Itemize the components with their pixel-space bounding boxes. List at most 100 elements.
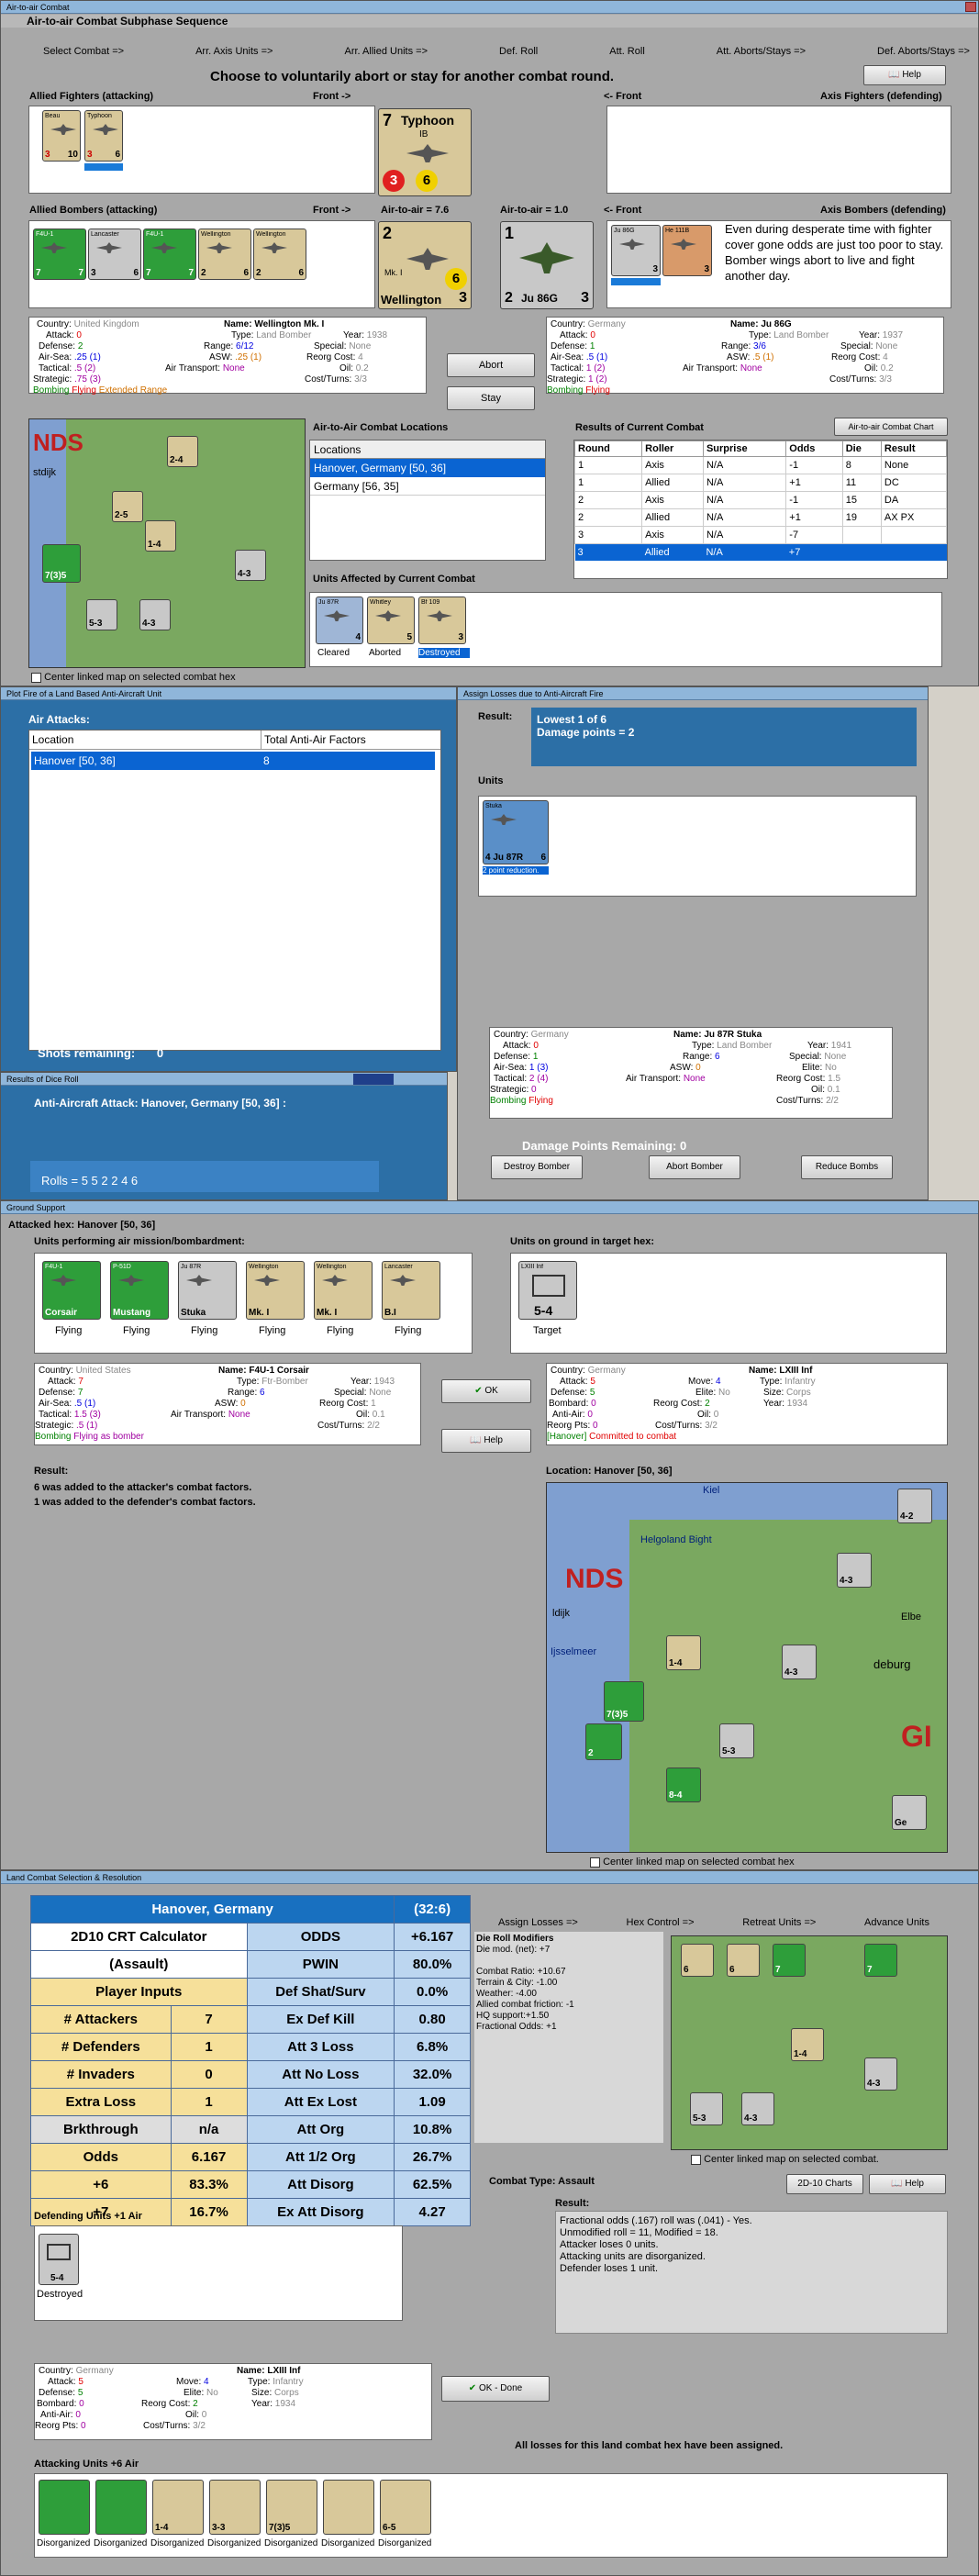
map-counter[interactable]: 2-5 bbox=[112, 491, 143, 522]
unit-counter[interactable]: Beau 3 10 bbox=[42, 110, 81, 162]
unit-counter[interactable]: Wellington Mk. I bbox=[246, 1261, 305, 1320]
close-icon[interactable] bbox=[965, 2, 976, 12]
stay-button[interactable]: Stay bbox=[447, 386, 535, 410]
step-select-combat[interactable]: Select Combat => bbox=[43, 46, 124, 57]
unit-counter[interactable]: Ju 87R Stuka bbox=[178, 1261, 237, 1320]
unit-counter[interactable]: Lancaster 3 6 bbox=[88, 229, 141, 280]
results-row[interactable]: 3 Allied N/A +7 bbox=[574, 543, 947, 561]
window-titlebar[interactable]: Results of Dice Roll bbox=[1, 1073, 447, 1086]
land-combat-map[interactable]: 6 6 7 7 5-3 4-3 4-3 1-4 bbox=[671, 1935, 948, 2150]
air-combat-chart-button[interactable]: Air-to-air Combat Chart bbox=[834, 418, 948, 436]
map-counter[interactable]: 8-4 bbox=[666, 1768, 701, 1802]
big-counter-ju86g[interactable]: 1 2 Ju 86G 3 bbox=[500, 221, 594, 309]
linked-map[interactable]: NDS stdijk 2-5 2-4 7(3)5 5-3 4-3 4-3 1-4 bbox=[28, 418, 306, 668]
help-button[interactable]: 📖 Help bbox=[863, 65, 946, 85]
unit-counter[interactable]: Typhoon 3 6 bbox=[84, 110, 123, 162]
map-counter[interactable]: 4-3 bbox=[864, 2057, 897, 2091]
center-map-checkbox[interactable]: Center linked map on selected combat hex bbox=[590, 1857, 795, 1868]
step-hex-control[interactable]: Hex Control => bbox=[627, 1917, 695, 1928]
step-advance[interactable]: Advance Units bbox=[864, 1917, 929, 1928]
window-titlebar[interactable]: Land Combat Selection & Resolution bbox=[1, 1871, 978, 1884]
map-counter[interactable]: 5-3 bbox=[86, 599, 117, 630]
results-row[interactable]: 2 Allied N/A +1 19 AX PX bbox=[573, 508, 948, 527]
map-counter[interactable]: 7(3)5 bbox=[42, 544, 81, 583]
window-titlebar[interactable]: Plot Fire of a Land Based Anti-Aircraft … bbox=[1, 687, 456, 700]
map-counter[interactable]: 6 bbox=[727, 1944, 760, 1977]
step-assign-losses[interactable]: Assign Losses => bbox=[498, 1917, 578, 1928]
window-titlebar[interactable]: Assign Losses due to Anti-Aircraft Fire bbox=[458, 687, 928, 700]
unit-counter[interactable]: 6-5 bbox=[380, 2480, 431, 2535]
unit-counter[interactable]: Ju 87R 4 bbox=[316, 597, 363, 644]
map-counter[interactable]: 1-4 bbox=[791, 2028, 824, 2061]
unit-counter[interactable]: He 111B 3 bbox=[662, 225, 712, 276]
unit-counter[interactable]: Bf 109 3 bbox=[418, 597, 466, 644]
unit-counter[interactable]: Wellington 2 6 bbox=[198, 229, 251, 280]
results-row[interactable]: 2 Axis N/A -1 15 DA bbox=[573, 491, 948, 509]
unit-counter[interactable] bbox=[39, 2480, 90, 2535]
results-row[interactable]: 1 Axis N/A -1 8 None bbox=[573, 456, 948, 474]
unit-counter[interactable]: LXIII Inf 5-4 bbox=[518, 1261, 577, 1320]
unit-counter[interactable]: Lancaster B.I bbox=[382, 1261, 440, 1320]
unit-counter[interactable]: Wellington Mk. I bbox=[314, 1261, 373, 1320]
air-attack-row[interactable]: Hanover [50, 36] 8 bbox=[31, 752, 435, 770]
map-counter[interactable]: 5-3 bbox=[690, 2092, 723, 2125]
unit-counter[interactable]: 1-4 bbox=[152, 2480, 204, 2535]
help-button[interactable]: 📖 Help bbox=[869, 2174, 946, 2194]
ok-done-button[interactable]: ✔ OK - Done bbox=[441, 2376, 550, 2402]
unit-counter[interactable]: F4U-1 Corsair bbox=[42, 1261, 101, 1320]
unit-counter[interactable] bbox=[95, 2480, 147, 2535]
window-titlebar[interactable]: Ground Support bbox=[1, 1201, 978, 1214]
unit-counter[interactable]: F4U-1 7 7 bbox=[33, 229, 86, 280]
unit-counter[interactable]: Wellington 2 6 bbox=[253, 229, 306, 280]
map-counter[interactable]: 6 bbox=[681, 1944, 714, 1977]
reduce-bombs-button[interactable]: Reduce Bombs bbox=[801, 1155, 893, 1179]
window-titlebar[interactable]: Air-to-air Combat bbox=[1, 1, 978, 14]
unit-counter[interactable]: F4U-1 7 7 bbox=[143, 229, 196, 280]
unit-counter[interactable]: 7(3)5 bbox=[266, 2480, 317, 2535]
center-map-checkbox[interactable]: Center linked map on selected combat hex bbox=[31, 672, 236, 683]
map-counter[interactable]: 4-3 bbox=[782, 1645, 817, 1679]
location-item[interactable]: Hanover, Germany [50, 36] bbox=[310, 459, 545, 477]
map-counter[interactable]: 4-2 bbox=[897, 1489, 932, 1523]
step-def-roll[interactable]: Def. Roll bbox=[499, 46, 538, 57]
step-att-roll[interactable]: Att. Roll bbox=[609, 46, 645, 57]
map-counter[interactable]: Ge bbox=[892, 1795, 927, 1830]
abort-button[interactable]: Abort bbox=[447, 353, 535, 377]
unit-counter[interactable] bbox=[323, 2480, 374, 2535]
map-counter[interactable]: 4-3 bbox=[139, 599, 171, 630]
unit-counter[interactable]: Whitley 5 bbox=[367, 597, 415, 644]
location-item[interactable]: Germany [56, 35] bbox=[310, 477, 545, 496]
destroy-bomber-button[interactable]: Destroy Bomber bbox=[491, 1155, 583, 1179]
ok-button[interactable]: ✔ OK bbox=[441, 1379, 531, 1403]
abort-bomber-button[interactable]: Abort Bomber bbox=[649, 1155, 740, 1179]
map-counter[interactable]: 7 bbox=[864, 1944, 897, 1977]
results-row[interactable]: 3 Axis N/A -7 bbox=[573, 526, 948, 544]
center-map-checkbox[interactable]: Center linked map on selected combat. bbox=[691, 2154, 879, 2165]
charts-button[interactable]: 2D-10 Charts bbox=[786, 2174, 863, 2194]
map-counter[interactable]: 7 bbox=[773, 1944, 806, 1977]
map-counter[interactable]: 2 bbox=[585, 1723, 622, 1760]
results-row[interactable]: 1 Allied N/A +1 11 DC bbox=[573, 474, 948, 492]
big-counter-wellington[interactable]: 2 Mk. I Wellington 6 3 bbox=[378, 221, 472, 309]
unit-counter[interactable]: Ju 86G 3 bbox=[611, 225, 661, 276]
map-counter[interactable]: 4-3 bbox=[235, 550, 266, 581]
ground-support-map[interactable]: Kiel Helgoland Bight NDS ldijk Ijsselmee… bbox=[546, 1482, 948, 1853]
map-counter[interactable]: 7(3)5 bbox=[604, 1681, 644, 1722]
map-counter[interactable]: 2-4 bbox=[167, 436, 198, 467]
map-counter[interactable]: 1-4 bbox=[145, 520, 176, 552]
unit-counter[interactable]: 5-4 bbox=[39, 2234, 79, 2285]
map-counter[interactable]: 4-3 bbox=[837, 1553, 872, 1588]
unit-counter[interactable]: 3-3 bbox=[209, 2480, 261, 2535]
map-counter[interactable]: 4-3 bbox=[741, 2092, 774, 2125]
unit-counter[interactable]: Stuka 6 4 Ju 87R bbox=[483, 800, 549, 864]
unit-counter[interactable]: P-51D Mustang bbox=[110, 1261, 169, 1320]
step-att-aborts[interactable]: Att. Aborts/Stays => bbox=[717, 46, 806, 57]
map-counter[interactable]: 1-4 bbox=[666, 1635, 701, 1670]
help-button[interactable]: 📖 Help bbox=[441, 1429, 531, 1453]
big-counter-typhoon[interactable]: 7 Typhoon IB 3 6 bbox=[378, 108, 472, 196]
step-retreat[interactable]: Retreat Units => bbox=[742, 1917, 816, 1928]
step-def-aborts[interactable]: Def. Aborts/Stays => bbox=[877, 46, 970, 57]
step-arr-allied[interactable]: Arr. Allied Units => bbox=[345, 46, 428, 57]
step-arr-axis[interactable]: Arr. Axis Units => bbox=[195, 46, 273, 57]
map-counter[interactable]: 5-3 bbox=[719, 1723, 754, 1758]
